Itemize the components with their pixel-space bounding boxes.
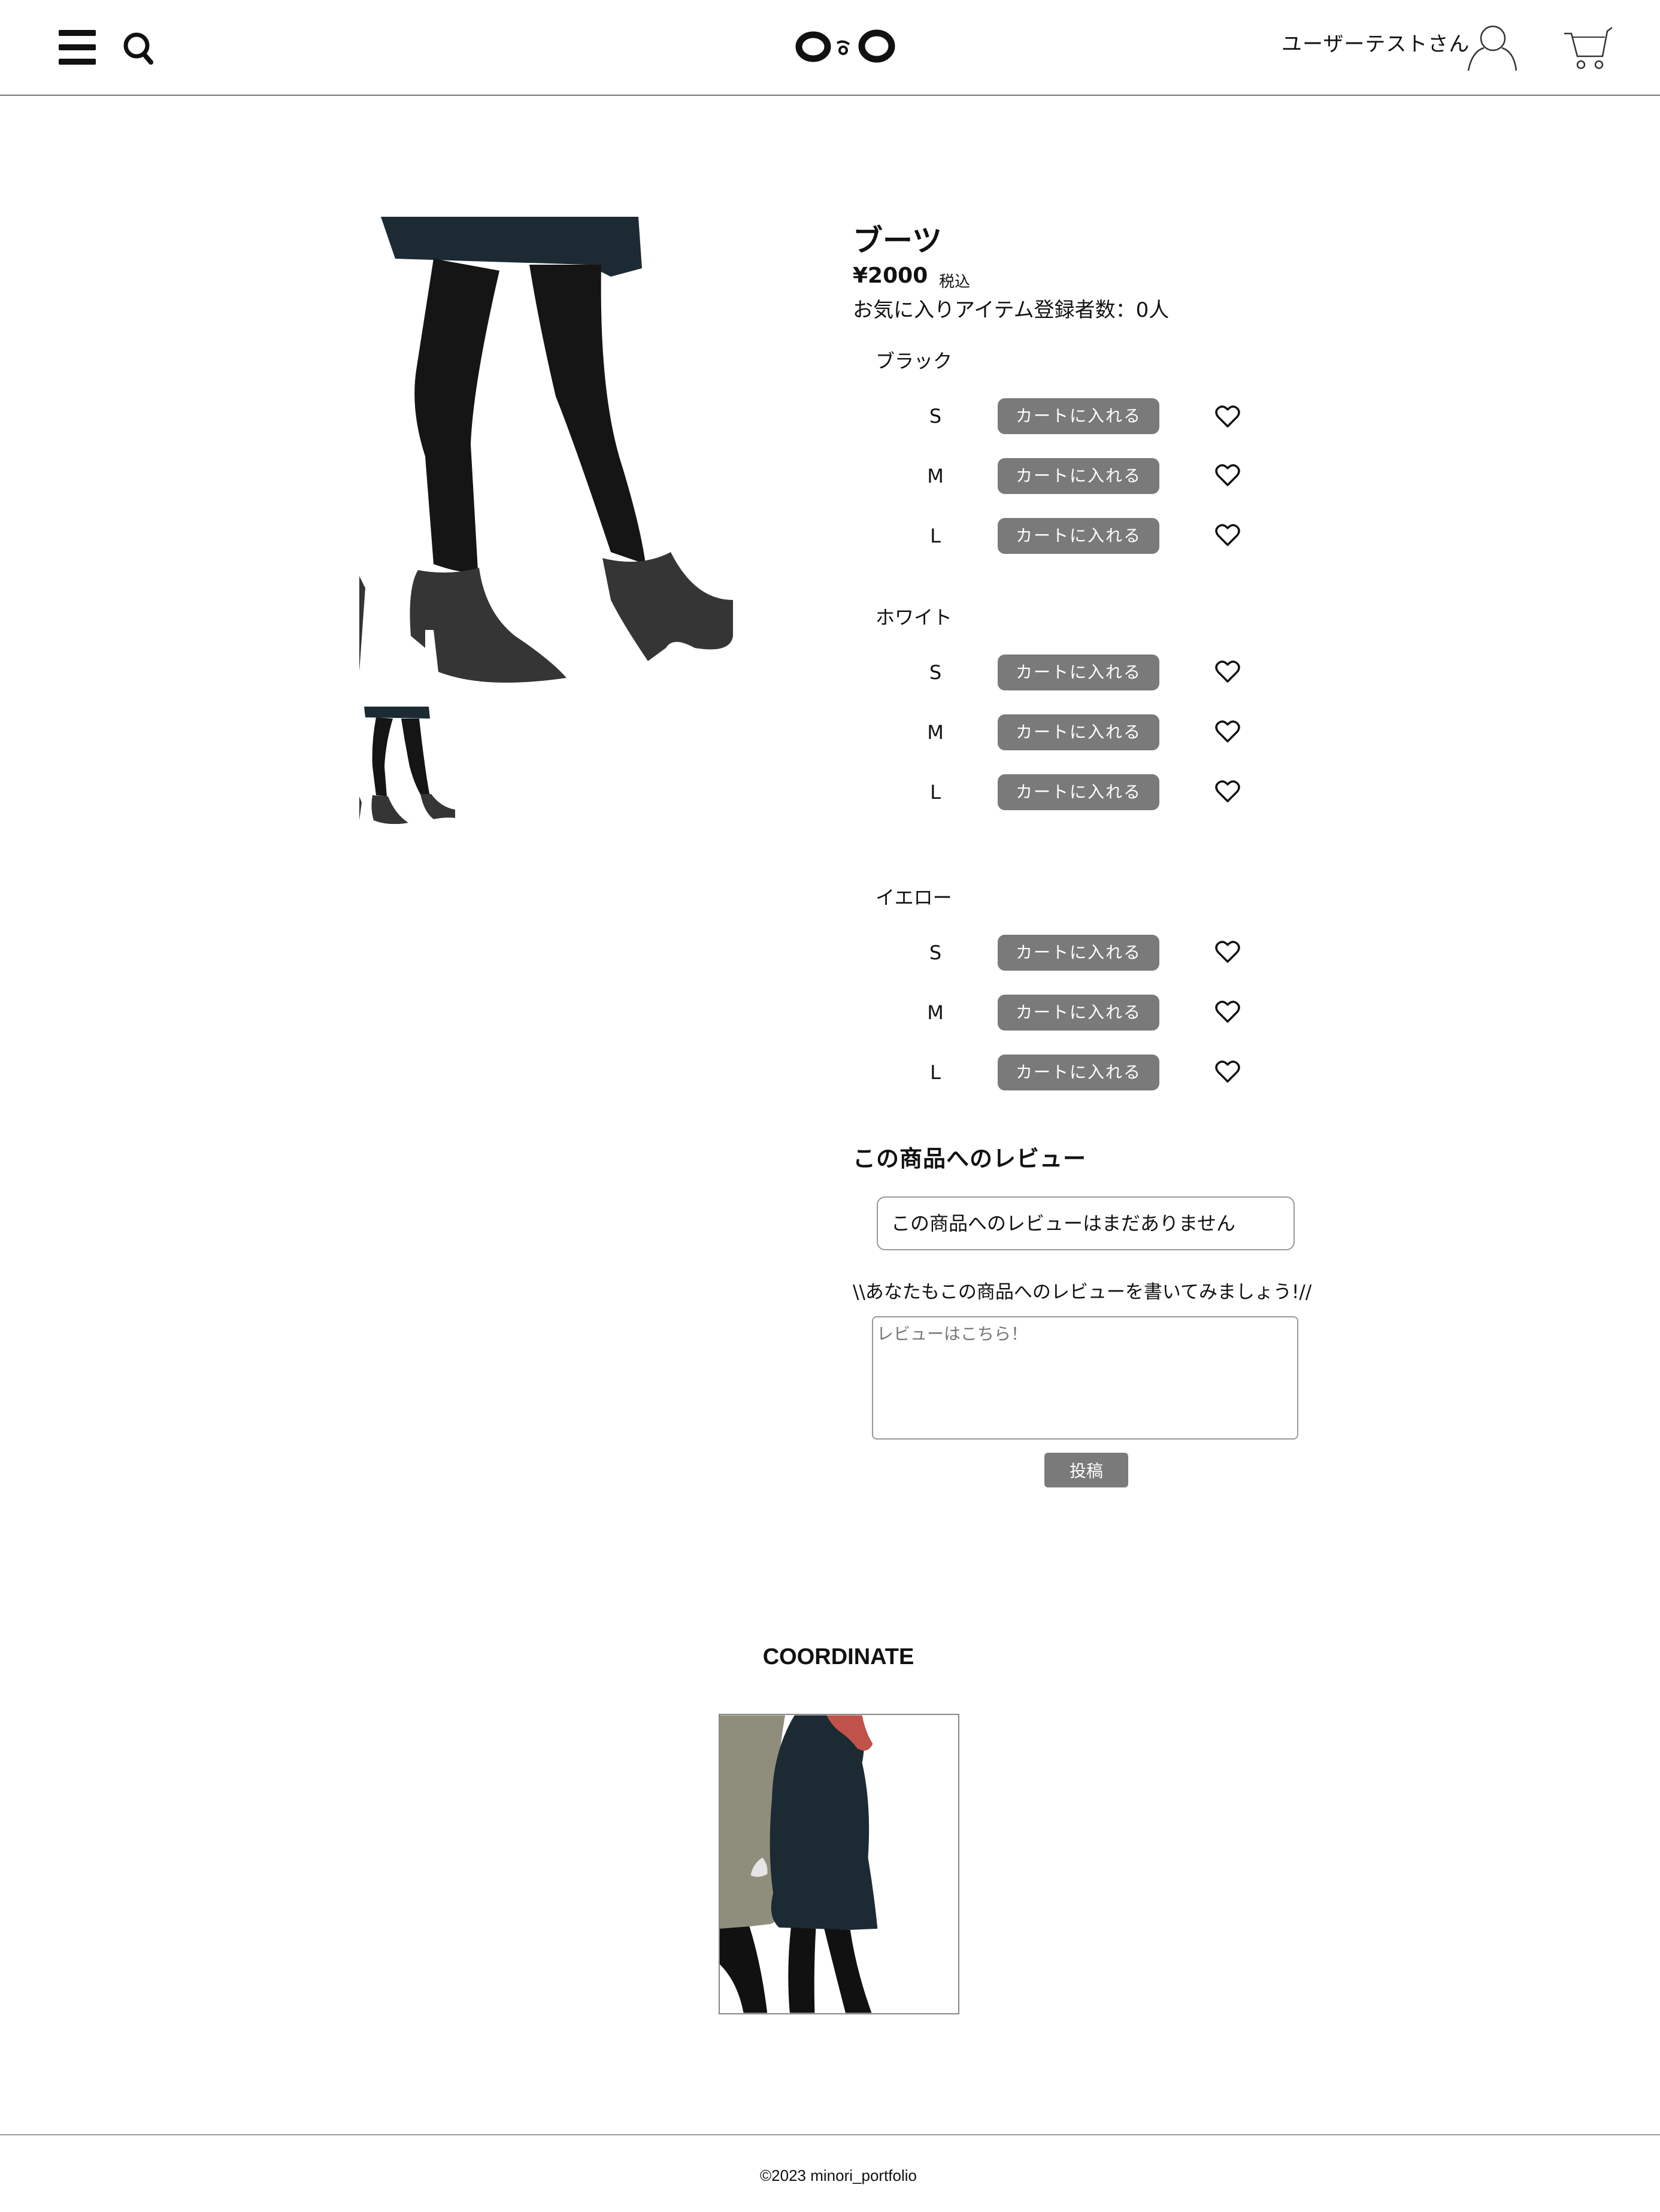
add-to-cart-button[interactable]: カートに入れる [998, 518, 1159, 554]
size-label: M [927, 721, 944, 744]
heart-icon[interactable] [1214, 1060, 1241, 1084]
username-label[interactable]: ユーザーテストさん [1282, 28, 1470, 57]
product-title: ブーツ [853, 223, 942, 258]
site-header: ユーザーテストさん [0, 0, 1660, 96]
cart-icon[interactable] [1563, 25, 1613, 71]
size-label: M [927, 465, 944, 487]
menu-icon[interactable] [59, 30, 96, 67]
review-empty-message: この商品へのレビューはまだありません [877, 1196, 1295, 1250]
add-to-cart-button[interactable]: カートに入れる [998, 774, 1159, 810]
size-label: S [929, 661, 942, 684]
coordinate-image[interactable] [719, 1714, 959, 2014]
size-label: L [930, 1061, 941, 1084]
coordinate-heading: COORDINATE [762, 1644, 914, 1669]
product-thumbnail[interactable] [359, 707, 455, 824]
size-label: L [930, 781, 941, 804]
search-icon[interactable] [122, 31, 155, 65]
heart-icon[interactable] [1214, 660, 1241, 684]
heart-icon[interactable] [1214, 405, 1241, 429]
product-price: ¥2000 [853, 263, 928, 288]
size-label: S [929, 405, 942, 428]
size-label: S [929, 941, 942, 964]
review-invite-text: \\あなたもこの商品へのレビューを書いてみましょう!// [853, 1281, 1312, 1303]
size-label: L [930, 525, 941, 547]
add-to-cart-button[interactable]: カートに入れる [998, 935, 1159, 971]
color-name-white: ホワイト [876, 606, 953, 629]
product-main-image [359, 217, 733, 683]
user-icon[interactable] [1466, 23, 1517, 72]
review-heading: この商品へのレビュー [853, 1146, 1087, 1172]
heart-icon[interactable] [1214, 1000, 1241, 1024]
heart-icon[interactable] [1214, 463, 1241, 487]
heart-icon[interactable] [1214, 523, 1241, 547]
tax-label: 税込 [939, 273, 971, 291]
color-name-black: ブラック [876, 350, 953, 372]
heart-icon[interactable] [1214, 940, 1241, 964]
add-to-cart-button[interactable]: カートに入れる [998, 458, 1159, 494]
heart-icon[interactable] [1214, 720, 1241, 744]
add-to-cart-button[interactable]: カートに入れる [998, 714, 1159, 750]
add-to-cart-button[interactable]: カートに入れる [998, 1055, 1159, 1090]
review-input[interactable] [872, 1316, 1298, 1440]
add-to-cart-button[interactable]: カートに入れる [998, 654, 1159, 690]
color-name-yellow: イエロー [876, 886, 952, 909]
favorite-count: お気に入りアイテム登録者数：0人 [853, 298, 1170, 322]
size-label: M [927, 1001, 944, 1024]
add-to-cart-button[interactable]: カートに入れる [998, 398, 1159, 434]
site-logo[interactable] [794, 26, 897, 66]
copyright-text: ©2023 minori_portfolio [760, 2166, 917, 2184]
add-to-cart-button[interactable]: カートに入れる [998, 995, 1159, 1031]
post-review-button[interactable]: 投稿 [1044, 1453, 1128, 1487]
heart-icon[interactable] [1214, 780, 1241, 804]
